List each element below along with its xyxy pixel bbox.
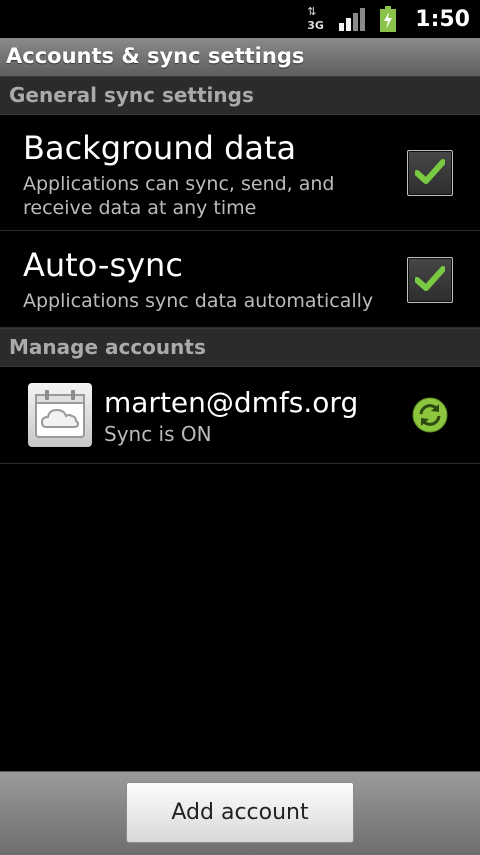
pref-summary: receive data at any time bbox=[23, 197, 257, 219]
pref-title: Background data bbox=[23, 129, 297, 167]
account-item[interactable]: marten@dmfs.org Sync is ON bbox=[0, 366, 480, 464]
pref-summary: Applications sync data automatically bbox=[23, 290, 374, 312]
clock: 1:50 bbox=[415, 6, 470, 32]
battery-charging-icon bbox=[379, 6, 397, 32]
pref-summary: Applications can sync, send, and bbox=[23, 173, 335, 195]
section-header-general: General sync settings bbox=[0, 76, 480, 115]
signal-icon bbox=[339, 7, 366, 31]
add-account-button[interactable]: Add account bbox=[126, 782, 354, 843]
title-bar: Accounts & sync settings bbox=[0, 38, 480, 77]
checkmark-icon bbox=[415, 159, 445, 184]
pref-auto-sync[interactable]: Auto-sync Applications sync data automat… bbox=[0, 231, 480, 328]
page-title: Accounts & sync settings bbox=[6, 44, 305, 68]
sync-on-icon bbox=[412, 397, 448, 433]
pref-title: Auto-sync bbox=[23, 246, 183, 284]
checkmark-icon bbox=[415, 266, 445, 291]
section-label-general: General sync settings bbox=[9, 83, 254, 107]
account-name: marten@dmfs.org bbox=[104, 386, 359, 419]
pref-background-data[interactable]: Background data Applications can sync, s… bbox=[0, 114, 480, 231]
section-header-manage: Manage accounts bbox=[0, 328, 480, 367]
section-label-manage: Manage accounts bbox=[9, 335, 206, 359]
background-data-checkbox[interactable] bbox=[407, 150, 453, 196]
status-bar: ⇅ 3G 1:50 bbox=[0, 0, 480, 38]
auto-sync-checkbox[interactable] bbox=[407, 257, 453, 303]
network-3g-icon: ⇅ 3G bbox=[307, 5, 324, 32]
calendar-cloud-icon bbox=[28, 383, 92, 447]
network-label: 3G bbox=[307, 19, 324, 32]
bottom-bar: Add account bbox=[0, 771, 480, 855]
account-sync-status: Sync is ON bbox=[104, 422, 212, 446]
